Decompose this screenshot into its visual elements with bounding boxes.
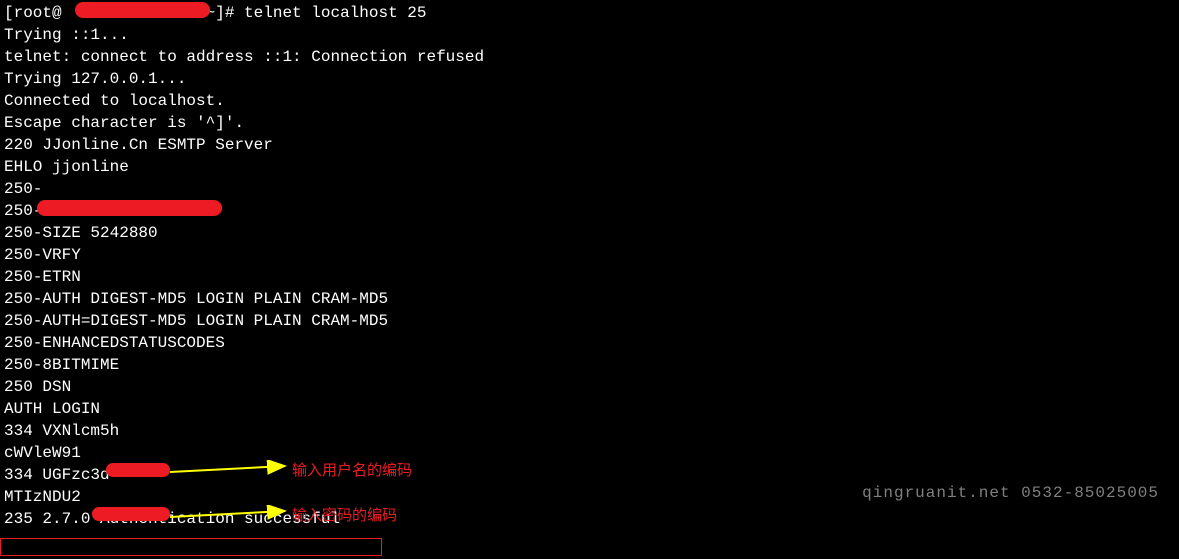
terminal-line: 250-ENHANCEDSTATUSCODES — [4, 332, 1175, 354]
terminal-line: AUTH LOGIN — [4, 398, 1175, 420]
terminal-line: Escape character is '^]'. — [4, 112, 1175, 134]
terminal-line: Trying 127.0.0.1... — [4, 68, 1175, 90]
terminal-line: telnet: connect to address ::1: Connecti… — [4, 46, 1175, 68]
terminal-line: 220 JJonline.Cn ESMTP Server — [4, 134, 1175, 156]
terminal-line: 250-VRFY — [4, 244, 1175, 266]
watermark-text: qingruanit.net 0532-85025005 — [862, 482, 1159, 504]
terminal-line: Connected to localhost. — [4, 90, 1175, 112]
redaction-ehlo-response — [37, 200, 222, 216]
command-text: telnet localhost 25 — [244, 4, 426, 22]
redaction-hostname — [75, 2, 210, 18]
terminal-line: 250-SIZE 5242880 — [4, 222, 1175, 244]
terminal-line: EHLO jjonline — [4, 156, 1175, 178]
terminal-output[interactable]: [root@xxxxxxxxxxxxxxx~]# telnet localhos… — [4, 2, 1175, 530]
annotation-password: 输入密码的编码 — [292, 505, 397, 527]
terminal-line: 334 VXNlcm5h — [4, 420, 1175, 442]
prompt-suffix: ~]# — [206, 4, 244, 22]
terminal-line: 250-AUTH DIGEST-MD5 LOGIN PLAIN CRAM-MD5 — [4, 288, 1175, 310]
redaction-username-b64 — [106, 463, 170, 477]
annotation-username: 输入用户名的编码 — [292, 460, 412, 482]
terminal-line: 250 DSN — [4, 376, 1175, 398]
terminal-line: 250-AUTH=DIGEST-MD5 LOGIN PLAIN CRAM-MD5 — [4, 310, 1175, 332]
terminal-line: 250- — [4, 178, 1175, 200]
prompt-prefix: [root@ — [4, 4, 62, 22]
terminal-line: cWVleW91 — [4, 442, 1175, 464]
terminal-line: 235 2.7.0 Authentication successful — [4, 508, 1175, 530]
terminal-line: Trying ::1... — [4, 24, 1175, 46]
highlight-box-auth-success — [0, 538, 382, 556]
terminal-line: 250-ETRN — [4, 266, 1175, 288]
terminal-line: 250-8BITMIME — [4, 354, 1175, 376]
redaction-password-b64 — [92, 507, 170, 521]
